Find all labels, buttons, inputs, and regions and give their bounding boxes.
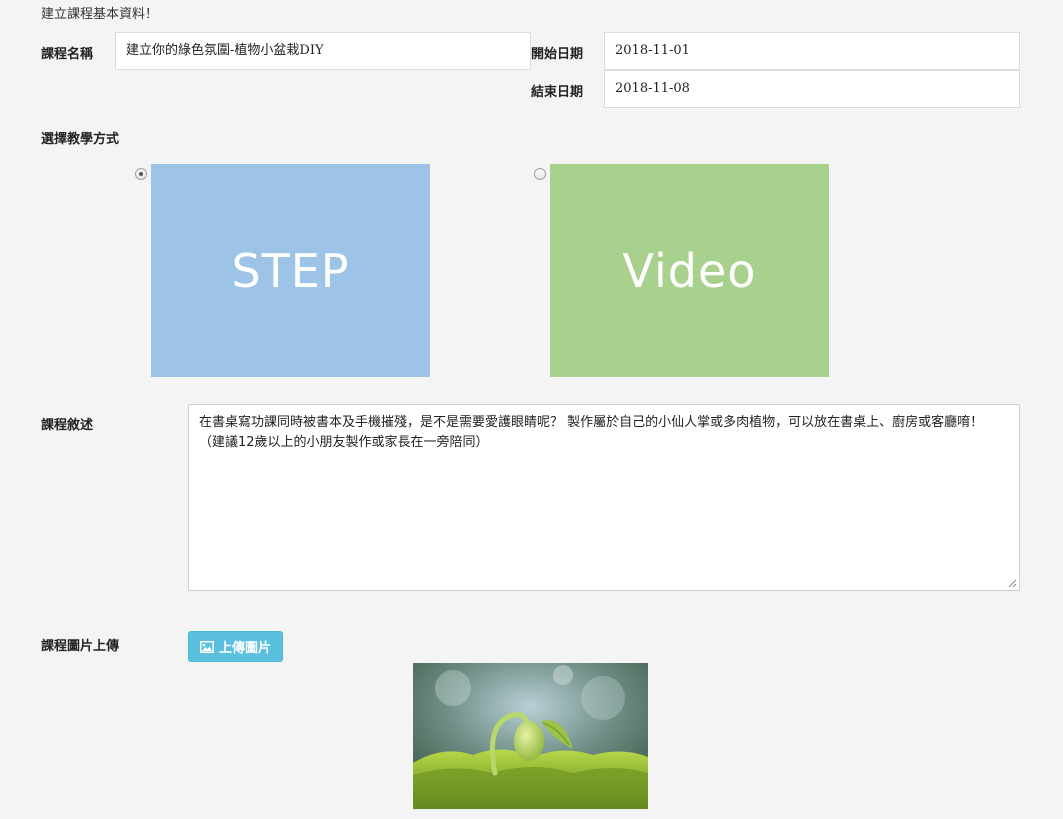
upload-image-button[interactable]: 上傳圖片 (188, 631, 283, 662)
course-name-label: 課程名稱 (41, 47, 94, 62)
end-date-input[interactable]: 2018-11-08 (604, 70, 1020, 108)
course-name-input[interactable]: 建立你的綠色氛圍-植物小盆栽DIY (115, 32, 531, 70)
end-date-label: 結束日期 (531, 85, 584, 100)
video-mode-radio[interactable] (534, 168, 546, 180)
image-icon (199, 640, 214, 653)
start-date-input[interactable]: 2018-11-01 (604, 32, 1020, 70)
upload-image-button-label: 上傳圖片 (218, 641, 271, 656)
step-mode-tile[interactable]: STEP (151, 164, 430, 377)
description-label: 課程敘述 (41, 418, 94, 433)
image-upload-label: 課程圖片上傳 (41, 639, 120, 654)
sprout-photo (413, 663, 648, 809)
course-image-preview (413, 663, 648, 809)
start-date-label: 開始日期 (531, 47, 584, 62)
teaching-mode-label: 選擇教學方式 (41, 132, 120, 147)
resize-grip-icon[interactable] (1008, 579, 1017, 588)
description-text: 在書桌寫功課同時被書本及手機摧殘，是不是需要愛護眼睛呢？ 製作屬於自己的小仙人掌… (199, 415, 984, 450)
step-mode-label: STEP (231, 243, 350, 298)
video-mode-label: Video (622, 243, 757, 298)
description-textarea[interactable]: 在書桌寫功課同時被書本及手機摧殘，是不是需要愛護眼睛呢？ 製作屬於自己的小仙人掌… (188, 404, 1020, 591)
page-intro: 建立課程基本資料！ (41, 7, 159, 22)
video-mode-tile[interactable]: Video (550, 164, 829, 377)
step-mode-radio[interactable] (135, 168, 147, 180)
